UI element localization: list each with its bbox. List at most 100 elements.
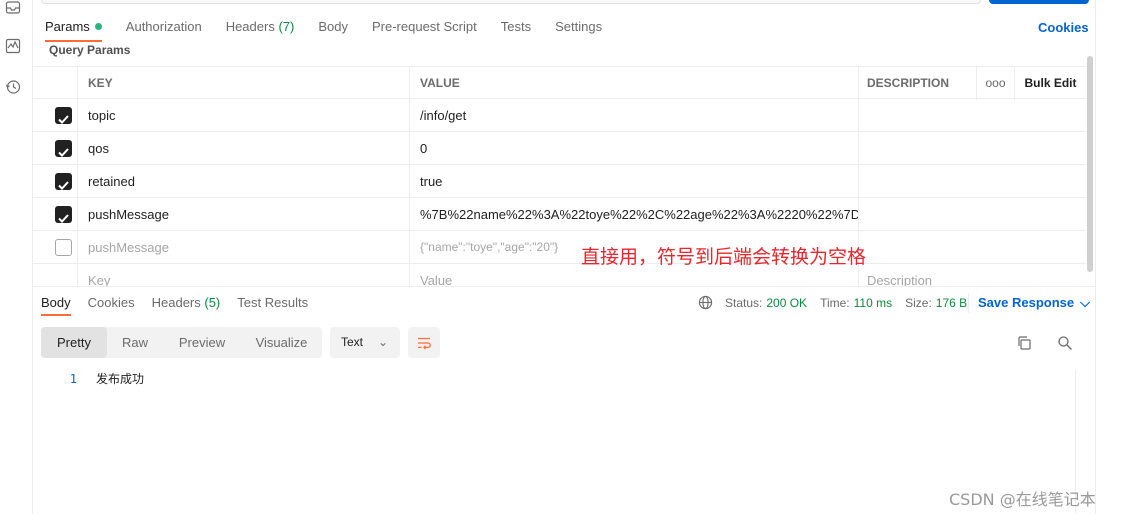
- wrap-lines-button[interactable]: [408, 327, 440, 358]
- chevron-down-icon: ⌵: [1080, 295, 1090, 310]
- activity-icon[interactable]: [5, 38, 21, 54]
- checkbox-cell: [33, 99, 77, 132]
- format-select[interactable]: Text ⌄: [330, 327, 400, 358]
- tab-label: Settings: [555, 19, 603, 34]
- tab-settings[interactable]: Settings: [555, 18, 602, 42]
- copy-icon[interactable]: [1016, 335, 1032, 351]
- table-row: qos 0: [33, 132, 1086, 165]
- checkbox-cell: [33, 198, 77, 231]
- tab-label: Test Results: [237, 295, 309, 310]
- value-header: VALUE: [409, 67, 859, 100]
- save-response-button[interactable]: Save Response ⌵: [978, 295, 1090, 311]
- checkbox-cell: [33, 264, 77, 286]
- param-value[interactable]: %7B%22name%22%3A%22toye%22%2C%22age%22%3…: [409, 198, 859, 231]
- key-header: KEY: [77, 67, 453, 100]
- tab-response-headers[interactable]: Headers (5): [152, 294, 221, 316]
- tab-headers[interactable]: Headers (7): [226, 18, 295, 42]
- param-value[interactable]: /info/get: [409, 99, 859, 132]
- tab-pre-request-script[interactable]: Pre-request Script: [372, 18, 477, 42]
- row-checkbox[interactable]: [55, 107, 72, 124]
- view-pretty[interactable]: Pretty: [41, 327, 107, 358]
- response-tabs: Body Cookies Headers (5) Test Results: [41, 294, 325, 316]
- tab-tests[interactable]: Tests: [501, 18, 531, 42]
- param-key[interactable]: pushMessage: [77, 198, 453, 231]
- row-checkbox[interactable]: [55, 206, 72, 223]
- response-text[interactable]: 发布成功: [96, 370, 144, 388]
- request-tabs: Params Authorization Headers (7) Body Pr…: [45, 18, 626, 42]
- search-icon[interactable]: [1057, 335, 1073, 351]
- view-raw[interactable]: Raw: [107, 327, 163, 358]
- new-description-input[interactable]: Description: [858, 264, 1086, 286]
- row-checkbox[interactable]: [55, 239, 72, 256]
- param-description[interactable]: [858, 198, 1086, 231]
- send-button[interactable]: [989, 0, 1089, 4]
- tab-body[interactable]: Body: [318, 18, 348, 42]
- param-key[interactable]: qos: [77, 132, 453, 165]
- tab-params[interactable]: Params: [45, 18, 102, 42]
- tab-label: Body: [41, 295, 71, 310]
- bulk-edit-button[interactable]: Bulk Edit: [1014, 67, 1086, 100]
- line-number: 1: [69, 372, 77, 386]
- table-row-placeholder: Key Value Description: [33, 264, 1086, 286]
- tab-label: Authorization: [125, 19, 202, 34]
- tab-label: Tests: [500, 19, 532, 34]
- watermark: CSDN @在线笔记本: [949, 490, 1096, 509]
- param-description[interactable]: [858, 231, 1086, 264]
- tab-authorization[interactable]: Authorization: [126, 18, 202, 42]
- tab-label: Params: [45, 19, 90, 34]
- tab-response-cookies[interactable]: Cookies: [88, 294, 135, 316]
- view-visualize[interactable]: Visualize: [241, 327, 322, 358]
- tab-label: Cookies: [87, 295, 135, 310]
- param-key[interactable]: topic: [77, 99, 453, 132]
- inbox-icon[interactable]: [5, 0, 21, 16]
- size-value[interactable]: 176 B: [936, 296, 967, 310]
- headers-count: (7): [278, 19, 295, 34]
- tab-response-body[interactable]: Body: [41, 294, 71, 316]
- globe-icon[interactable]: [698, 295, 713, 310]
- row-checkbox[interactable]: [55, 140, 72, 157]
- tab-label: Headers: [225, 19, 275, 34]
- param-description[interactable]: [858, 165, 1086, 198]
- checkbox-header: [33, 67, 77, 100]
- query-params-table: KEY VALUE DESCRIPTION ooo Bulk Edit topi…: [33, 66, 1086, 286]
- row-checkbox[interactable]: [55, 173, 72, 190]
- param-value[interactable]: 0: [409, 132, 859, 165]
- view-preview[interactable]: Preview: [163, 327, 241, 358]
- response-meta: Status: 200 OK Time: 110 ms Size: 176 B: [698, 295, 980, 310]
- tab-test-results[interactable]: Test Results: [237, 294, 308, 316]
- tab-label: Body: [318, 19, 348, 34]
- size-label: Size:: [905, 295, 932, 310]
- params-scrollbar[interactable]: [1087, 56, 1093, 272]
- time-label: Time:: [820, 295, 850, 310]
- time-value[interactable]: 110 ms: [854, 296, 892, 310]
- annotation-note: 直接用，符号到后端会转换为空格: [581, 246, 867, 268]
- table-row: topic /info/get: [33, 99, 1086, 132]
- panel-border: [1095, 0, 1096, 514]
- table-header-row: KEY VALUE DESCRIPTION ooo Bulk Edit: [33, 66, 1086, 100]
- url-bar[interactable]: [41, 0, 981, 4]
- params-active-dot: [94, 23, 102, 30]
- status-label: Status:: [725, 295, 763, 310]
- checkbox-cell: [33, 165, 77, 198]
- param-description[interactable]: [858, 132, 1086, 165]
- param-value[interactable]: true: [409, 165, 859, 198]
- cookies-link[interactable]: Cookies: [1038, 20, 1089, 35]
- status-value[interactable]: 200 OK: [766, 296, 807, 310]
- param-description[interactable]: [858, 99, 1086, 132]
- left-sidebar: [0, 0, 33, 514]
- query-params-label: Query Params: [49, 43, 131, 57]
- history-icon[interactable]: [5, 79, 21, 95]
- response-divider: [33, 286, 1095, 287]
- table-row: retained true: [33, 165, 1086, 198]
- param-key[interactable]: retained: [77, 165, 453, 198]
- more-options-button[interactable]: ooo: [976, 67, 1014, 100]
- table-row: pushMessage %7B%22name%22%3A%22toye%22%2…: [33, 198, 1086, 231]
- table-row: pushMessage {"name":"toye","age":"20"}: [33, 231, 1086, 264]
- description-header: DESCRIPTION: [858, 67, 976, 100]
- new-key-input[interactable]: Key: [77, 264, 453, 286]
- divider: [968, 293, 969, 313]
- param-key[interactable]: pushMessage: [77, 231, 453, 264]
- view-mode-switcher: Pretty Raw Preview Visualize: [41, 327, 322, 358]
- chevron-down-icon: ⌄: [377, 335, 388, 349]
- format-value: Text: [341, 335, 364, 349]
